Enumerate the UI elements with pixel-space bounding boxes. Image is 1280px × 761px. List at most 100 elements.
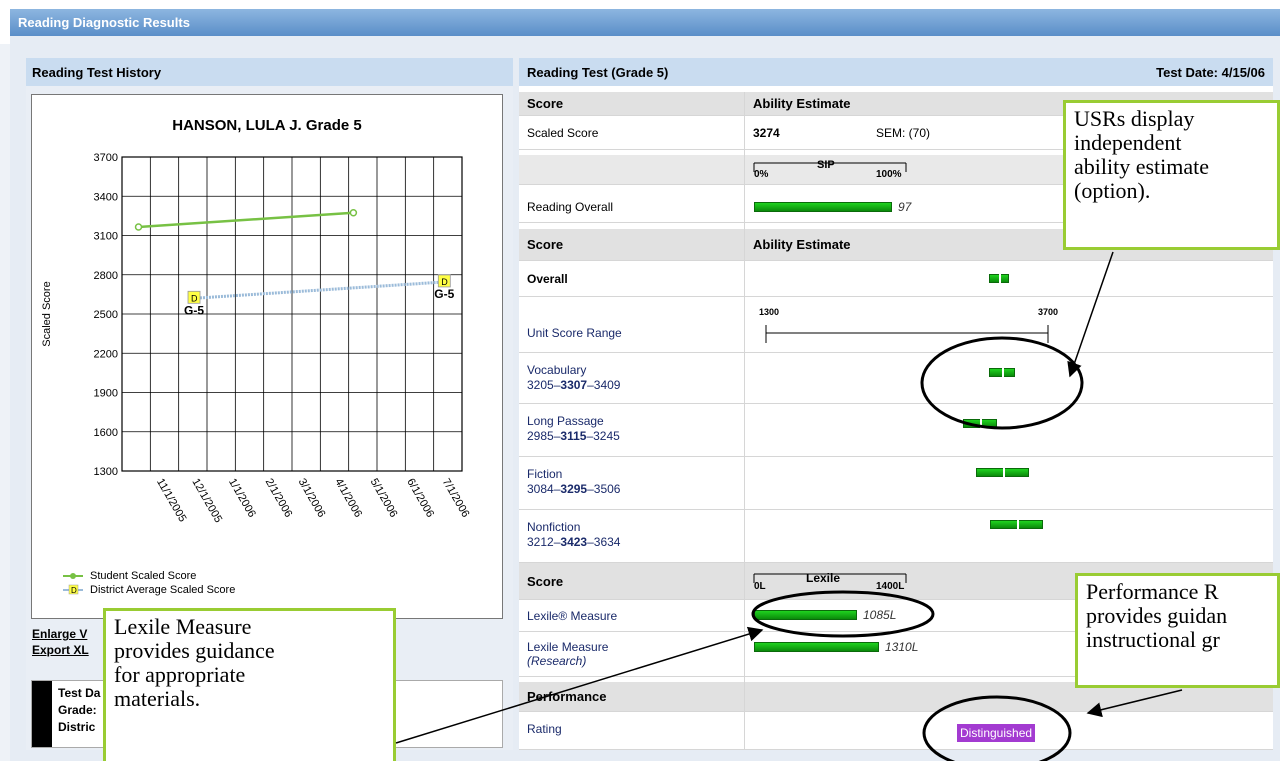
- reading-overall-value: 97: [898, 200, 912, 214]
- enlarge-view-link[interactable]: Enlarge V: [32, 626, 89, 642]
- info-test-date: Test Da: [58, 686, 101, 700]
- student-series-swatch-icon: [63, 573, 83, 579]
- sip-min: 0%: [754, 169, 769, 180]
- unit-range-text: 3212–3423–3634: [527, 535, 621, 549]
- rating-label: Rating: [527, 722, 562, 736]
- unit-high: 3634: [593, 535, 621, 549]
- usr-callout-line: independent: [1074, 130, 1182, 155]
- legend-student-label: Student Scaled Score: [90, 570, 197, 582]
- performance-callout: Performance R provides guidan instructio…: [1075, 573, 1280, 688]
- overall-row: Overall: [519, 261, 1273, 297]
- unit-name: Long Passage: [527, 414, 604, 428]
- unit-low: 3212: [527, 535, 554, 549]
- x-tick-label: 6/1/2006: [404, 477, 436, 520]
- unit-row-fiction: Fiction 3084–3295–3506: [519, 457, 1273, 510]
- unit-mid: 3115: [560, 429, 587, 443]
- ability-column-header: Ability Estimate: [753, 96, 851, 111]
- unit-low: 3084: [527, 482, 554, 496]
- rating-row: Rating Distinguished: [519, 712, 1273, 750]
- lexile-min: 0L: [754, 581, 766, 592]
- district-series-swatch-icon: D: [63, 584, 83, 595]
- x-tick-label: 12/1/2005: [189, 477, 224, 525]
- lexile-measure-bar: [754, 610, 857, 620]
- info-grade: Grade:: [58, 703, 97, 717]
- unit-mid: 3423: [560, 535, 588, 549]
- unit-range-min: 1300: [759, 307, 780, 317]
- legend-district: D District Average Scaled Score: [62, 584, 235, 596]
- lexile-callout: Lexile Measure provides guidance for app…: [103, 608, 396, 761]
- usr-callout-line: (option).: [1074, 178, 1151, 203]
- unit-range-text: 2985–3115–3245: [527, 429, 620, 443]
- score-column-header-2: Score: [527, 237, 564, 252]
- unit-name: Vocabulary: [527, 363, 587, 377]
- x-tick-label: 1/1/2006: [226, 477, 258, 520]
- lexile-measure-value: 1085L: [863, 608, 897, 622]
- legend-student: Student Scaled Score: [62, 570, 235, 582]
- history-panel-header: Reading Test History: [26, 58, 513, 86]
- scaled-score-sem: SEM: (70): [876, 126, 931, 140]
- unit-mid: 3295: [560, 482, 588, 496]
- unit-mid: 3307: [560, 378, 588, 392]
- district-marker-letter: D: [191, 293, 198, 303]
- window-title: Reading Diagnostic Results: [10, 9, 1280, 36]
- student-point: [134, 223, 143, 231]
- chart-title: HANSON, LULA J. Grade 5: [172, 117, 362, 134]
- x-tick-label: 2/1/2006: [263, 477, 295, 520]
- test-date: Test Date: 4/15/06: [1156, 65, 1265, 80]
- info-district: Distric: [58, 720, 96, 734]
- y-tick-label: 1600: [94, 427, 118, 439]
- y-tick-label: 2800: [94, 270, 118, 282]
- lexile-measure-label: Lexile® Measure: [527, 609, 618, 623]
- unit-range-max: 3700: [1038, 307, 1059, 317]
- chart-canvas: 3700 3400 3100 2800 2500 2200 1900 1600 1300 11/1…: [41, 152, 472, 525]
- performance-callout-line: instructional gr: [1086, 627, 1220, 652]
- legend-district-label: District Average Scaled Score: [90, 584, 236, 596]
- ability-column-header-2: Ability Estimate: [753, 237, 851, 252]
- reading-overall-bar: [754, 202, 892, 212]
- x-tick-label: 7/1/2006: [440, 477, 472, 520]
- svg-text:D: D: [71, 586, 77, 595]
- unit-row-nonfiction: Nonfiction 3212–3423–3634: [519, 510, 1273, 563]
- fiction-range-bar: [976, 468, 1029, 477]
- performance-header: Performance: [527, 689, 607, 704]
- lexile-research-value: 1310L: [885, 640, 919, 654]
- district-marker-letter: D: [441, 277, 448, 287]
- nonfiction-range-bar: [990, 520, 1043, 529]
- district-point-label: G-5: [184, 303, 204, 317]
- y-axis-label: Scaled Score: [41, 281, 53, 346]
- score-column-header: Score: [527, 96, 564, 111]
- y-tick-label: 2500: [94, 309, 118, 321]
- usr-callout-line: USRs display: [1074, 106, 1195, 131]
- overall-label: Overall: [527, 272, 568, 286]
- lexile-callout-line: Lexile Measure: [114, 614, 252, 639]
- unit-row-long-passage: Long Passage 2985–3115–3245: [519, 404, 1273, 457]
- lexile-callout-line: for appropriate: [114, 662, 246, 687]
- usr-callout-line: ability estimate: [1074, 154, 1210, 179]
- chart-links: Enlarge V Export XL: [32, 626, 89, 658]
- sip-max: 100%: [876, 169, 902, 180]
- unit-name: Fiction: [527, 467, 563, 481]
- sip-title: SIP: [817, 159, 835, 171]
- unit-row-vocabulary: Vocabulary 3205–3307–3409: [519, 353, 1273, 404]
- overall-range-bar: [989, 274, 1009, 283]
- lexile-score-header: Score: [527, 574, 564, 589]
- vocabulary-range-bar: [989, 368, 1015, 377]
- unit-range-text: 3205–3307–3409: [527, 378, 621, 392]
- lexile-research-label: Lexile Measure: [527, 640, 609, 654]
- export-xl-link[interactable]: Export XL: [32, 642, 89, 658]
- rating-badge: Distinguished: [957, 724, 1036, 742]
- scaled-score-label: Scaled Score: [527, 126, 599, 140]
- unit-range-text: 3084–3295–3506: [527, 482, 621, 496]
- unit-high: 3506: [593, 482, 621, 496]
- chart-legend: Student Scaled Score D District Average …: [62, 570, 235, 598]
- x-tick-label: 4/1/2006: [332, 477, 364, 520]
- y-tick-label: 3400: [94, 191, 118, 203]
- unit-range-label: Unit Score Range: [527, 326, 622, 340]
- reading-overall-label: Reading Overall: [527, 200, 614, 214]
- unit-low: 3205: [527, 378, 554, 392]
- test-panel-title: Reading Test (Grade 5): [527, 65, 669, 80]
- performance-callout-line: Performance R: [1086, 579, 1219, 604]
- unit-range-scale-icon: [765, 325, 1049, 343]
- x-tick-label: 5/1/2006: [368, 477, 400, 520]
- y-tick-label: 2200: [94, 348, 118, 360]
